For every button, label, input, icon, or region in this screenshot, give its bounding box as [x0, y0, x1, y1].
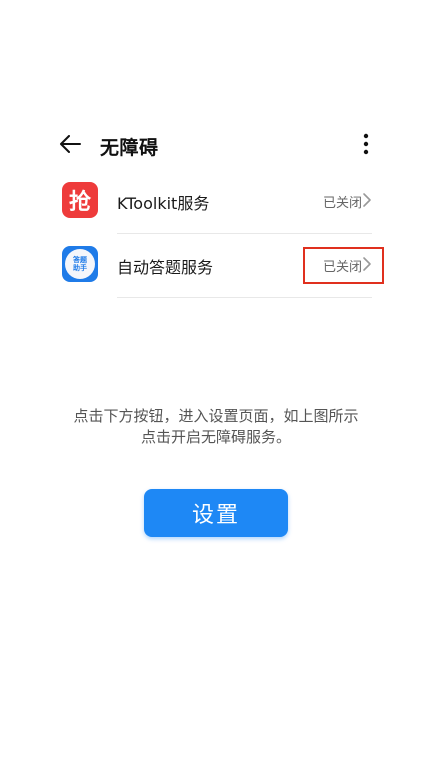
auto-answer-glyph: 答题助手: [73, 256, 87, 272]
more-options-button[interactable]: [356, 132, 376, 160]
service-row-ktoolkit[interactable]: 抢 KToolkit服务 已关闭: [0, 170, 432, 234]
service-label: KToolkit服务: [117, 194, 210, 213]
more-vertical-icon: [363, 133, 369, 159]
service-status: 已关闭: [322, 260, 362, 275]
ktoolkit-app-icon: 抢: [62, 182, 98, 218]
instructions-text: 点击下方按钮，进入设置页面，如上图所示 点击开启无障碍服务。: [0, 406, 432, 448]
service-status: 已关闭: [322, 196, 362, 211]
service-row-auto-answer[interactable]: 答题助手 自动答题服务 已关闭: [0, 234, 432, 298]
instructions-line-2: 点击开启无障碍服务。: [140, 428, 291, 446]
chevron-right-icon: [361, 255, 373, 273]
instructions-line-1: 点击下方按钮，进入设置页面，如上图所示: [73, 407, 359, 425]
divider: [117, 297, 372, 298]
service-label: 自动答题服务: [117, 258, 214, 277]
page-title: 无障碍: [100, 137, 159, 159]
arrow-left-icon: [59, 135, 81, 157]
setup-button[interactable]: 设置: [144, 489, 288, 537]
auto-answer-app-icon: 答题助手: [62, 246, 98, 282]
header: 无障碍: [0, 122, 432, 170]
chevron-right-icon: [361, 191, 373, 209]
back-button[interactable]: [56, 132, 84, 160]
ktoolkit-glyph: 抢: [68, 189, 91, 215]
